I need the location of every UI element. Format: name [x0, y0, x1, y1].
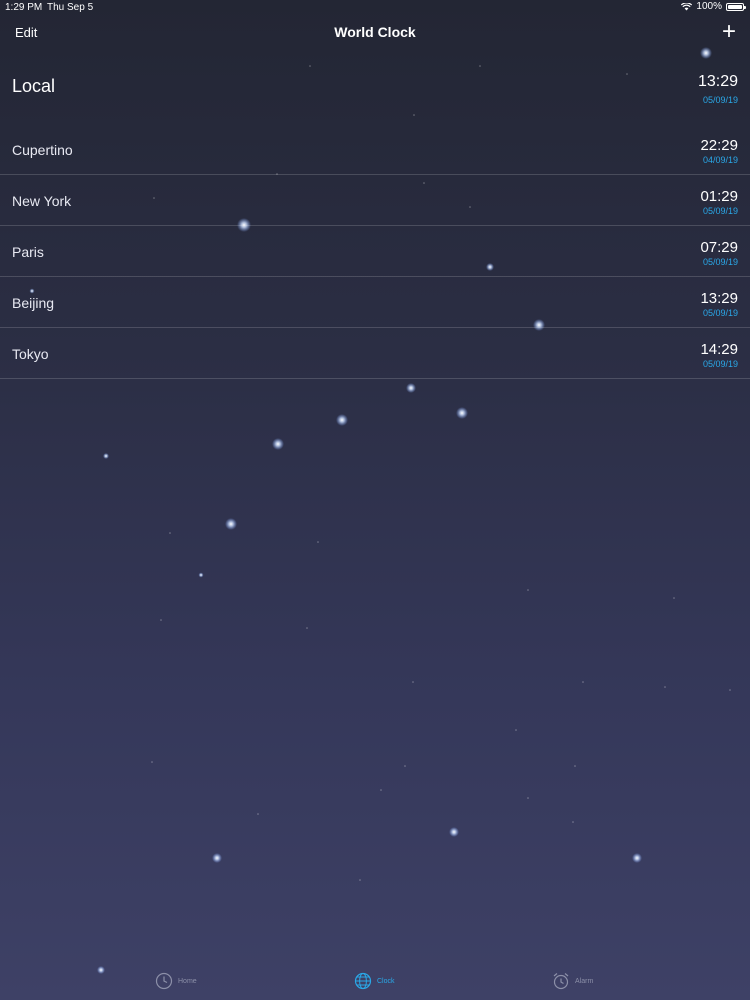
city-name: Paris — [12, 244, 44, 260]
city-name: Tokyo — [12, 346, 49, 362]
battery-percent: 100% — [696, 1, 722, 12]
city-time: 01:29 — [700, 188, 738, 205]
globe-icon — [354, 972, 372, 990]
local-date: 05/09/19 — [702, 95, 738, 105]
city-row-beijing[interactable]: Beijing 13:29 05/09/19 — [0, 277, 750, 328]
city-row-new-york[interactable]: New York 01:29 05/09/19 — [0, 175, 750, 226]
home-clock-icon — [155, 972, 173, 990]
city-date: 05/09/19 — [702, 308, 738, 318]
status-bar: 1:29 PM Thu Sep 5 100% — [0, 0, 750, 16]
tab-clock[interactable]: Clock — [354, 972, 395, 990]
tab-home-label: Home — [178, 977, 197, 985]
city-date: 04/09/19 — [702, 155, 738, 165]
tab-alarm-label: Alarm — [575, 977, 594, 985]
alarm-clock-icon — [553, 973, 569, 990]
city-name: Beijing — [12, 295, 55, 311]
battery-icon — [726, 2, 746, 11]
add-city-button[interactable]: + — [722, 20, 736, 44]
city-row-tokyo[interactable]: Tokyo 14:29 05/09/19 — [0, 328, 750, 379]
local-clock-row[interactable]: Local 13:29 05/09/19 — [0, 62, 750, 124]
city-row-paris[interactable]: Paris 07:29 05/09/19 — [0, 226, 750, 277]
local-time: 13:29 — [697, 73, 738, 90]
city-time: 14:29 — [700, 341, 738, 358]
city-name: Cupertino — [12, 142, 73, 158]
status-time: 1:29 PM — [5, 2, 43, 13]
tab-bar: Home Clock Alarm — [0, 966, 750, 1000]
status-date: Thu Sep 5 — [47, 2, 94, 13]
status-right: 100% — [681, 1, 746, 12]
navigation-bar: Edit World Clock + — [0, 16, 750, 50]
city-date: 05/09/19 — [702, 257, 738, 267]
page-title: World Clock — [334, 24, 416, 40]
city-date: 05/09/19 — [702, 206, 738, 216]
city-time: 22:29 — [700, 137, 738, 154]
local-name: Local — [12, 76, 56, 96]
city-time: 07:29 — [700, 239, 738, 256]
city-date: 05/09/19 — [702, 359, 738, 369]
city-time: 13:29 — [700, 290, 738, 307]
tab-alarm[interactable]: Alarm — [552, 972, 593, 990]
tab-home[interactable]: Home — [155, 972, 197, 990]
city-row-cupertino[interactable]: Cupertino 22:29 04/09/19 — [0, 124, 750, 175]
city-list: Cupertino 22:29 04/09/19 New York 01:29 … — [0, 124, 750, 379]
wifi-icon — [681, 2, 693, 10]
city-name: New York — [12, 193, 72, 209]
tab-clock-label: Clock — [377, 977, 395, 985]
